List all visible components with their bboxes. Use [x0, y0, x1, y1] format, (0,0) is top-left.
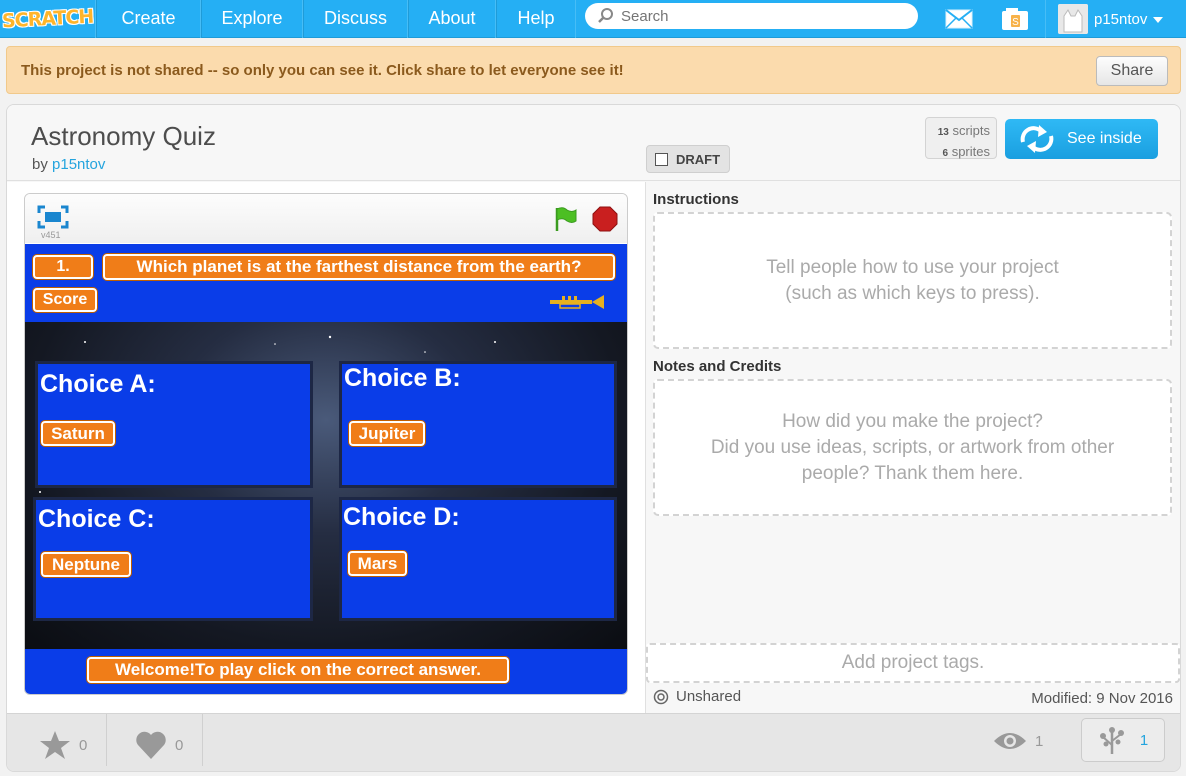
- stop-sign-icon[interactable]: [592, 206, 618, 232]
- search-box[interactable]: [585, 3, 918, 29]
- footer-divider: [202, 714, 203, 766]
- see-inside-label: See inside: [1067, 130, 1142, 147]
- green-flag-icon[interactable]: [552, 206, 578, 232]
- answer-jupiter[interactable]: Jupiter: [349, 421, 425, 446]
- score-label: Score: [33, 288, 97, 312]
- status-text: Unshared: [676, 688, 742, 705]
- favorites-count: 0: [79, 736, 88, 754]
- by-label: by: [32, 156, 48, 173]
- search-input[interactable]: [621, 7, 901, 25]
- project-header: Astronomy Quiz by p15ntov DRAFT 13 scrip…: [7, 105, 1180, 181]
- nav-help[interactable]: Help: [496, 0, 576, 38]
- views-count: 1: [1035, 732, 1044, 750]
- player-controls: v451: [25, 194, 627, 243]
- remix-arrows-icon: [1020, 125, 1054, 153]
- project-stage[interactable]: 1. Which planet is at the farthest dista…: [25, 244, 627, 694]
- chevron-down-icon: [1153, 17, 1164, 23]
- scratch-logo[interactable]: SCRATCH: [0, 0, 96, 38]
- sprites-count: 6: [942, 148, 949, 159]
- welcome-message: Welcome!To play click on the correct ans…: [87, 657, 509, 683]
- draft-toggle[interactable]: DRAFT: [646, 145, 730, 173]
- tags-field[interactable]: Add project tags.: [646, 643, 1180, 683]
- nav-about[interactable]: About: [408, 0, 496, 38]
- answer-saturn[interactable]: Saturn: [41, 421, 115, 446]
- tree-icon: [1099, 727, 1124, 754]
- avatar: [1058, 4, 1088, 34]
- choice-b-label: Choice B:: [344, 364, 461, 392]
- choice-d-label: Choice D:: [343, 503, 460, 531]
- share-button[interactable]: Share: [1096, 56, 1168, 86]
- not-shared-banner: This project is not shared -- so only yo…: [6, 46, 1181, 94]
- unshared-icon: [653, 689, 669, 704]
- stats-footer: 0 0 1 1: [7, 713, 1180, 771]
- instructions-placeholder-line2: (such as which keys to press).: [785, 282, 1040, 304]
- draft-label: DRAFT: [676, 151, 721, 167]
- see-inside-button[interactable]: See inside: [1005, 119, 1158, 159]
- instructions-placeholder-line1: Tell people how to use your project: [766, 256, 1059, 278]
- messages-button[interactable]: [932, 0, 986, 38]
- banner-message: This project is not shared -- so only yo…: [21, 61, 624, 79]
- nav-discuss[interactable]: Discuss: [303, 0, 408, 38]
- question-number: 1.: [33, 255, 93, 279]
- version-label: v451: [41, 230, 61, 240]
- details-column: Instructions Tell people how to use your…: [645, 182, 1180, 713]
- answer-neptune[interactable]: Neptune: [41, 552, 131, 577]
- footer-divider: [106, 714, 107, 766]
- instructions-field[interactable]: Tell people how to use your project (suc…: [653, 212, 1172, 349]
- player-column: v451 1. Which planet is at the farthest …: [7, 182, 645, 713]
- trumpet-icon: [550, 295, 604, 309]
- heart-icon: [136, 731, 166, 759]
- top-navbar: SCRATCH Create Explore Discuss About Hel…: [0, 0, 1186, 38]
- notes-placeholder-line1: How did you make the project?: [782, 410, 1043, 432]
- svg-text:S: S: [1012, 17, 1019, 28]
- eye-icon: [994, 733, 1026, 749]
- notes-placeholder-line2: Did you use ideas, scripts, or artwork f…: [710, 436, 1115, 458]
- fullscreen-icon[interactable]: [37, 205, 69, 229]
- sprites-label: sprites: [951, 144, 990, 159]
- star-icon: [40, 731, 70, 759]
- choice-c-label: Choice C:: [38, 505, 155, 533]
- nav-create[interactable]: Create: [96, 0, 201, 38]
- project-stats: 13 scripts 6 sprites: [925, 117, 997, 159]
- username: p15ntov: [1094, 10, 1148, 28]
- scripts-count: 13: [937, 127, 949, 138]
- mystuff-button[interactable]: S: [988, 0, 1042, 38]
- nav-explore[interactable]: Explore: [201, 0, 303, 38]
- choice-a-label: Choice A:: [40, 370, 156, 398]
- user-menu[interactable]: p15ntov: [1045, 0, 1186, 38]
- project-card: Astronomy Quiz by p15ntov DRAFT 13 scrip…: [6, 104, 1181, 772]
- notes-placeholder-line3: people? Thank them here.: [801, 462, 1024, 484]
- loves-count: 0: [175, 736, 184, 754]
- project-player: v451 1. Which planet is at the farthest …: [24, 193, 628, 695]
- project-title[interactable]: Astronomy Quiz: [31, 121, 216, 152]
- share-status: Unshared: [653, 688, 741, 705]
- notes-field[interactable]: How did you make the project? Did you us…: [653, 379, 1172, 516]
- question-text: Which planet is at the farthest distance…: [103, 254, 615, 280]
- envelope-icon: [945, 9, 973, 29]
- author-link[interactable]: p15ntov: [52, 156, 105, 173]
- answer-mars[interactable]: Mars: [348, 551, 407, 576]
- love-button[interactable]: 0: [135, 730, 183, 760]
- views-stat: 1: [993, 730, 1043, 752]
- instructions-title: Instructions: [653, 191, 739, 208]
- logo-text: SCRATCH: [1, 5, 94, 32]
- draft-checkbox[interactable]: [655, 152, 668, 166]
- notes-title: Notes and Credits: [653, 358, 782, 375]
- modified-date: Modified: 9 Nov 2016: [1031, 690, 1173, 707]
- search-icon: [598, 8, 613, 23]
- remixes-count: 1: [1139, 731, 1149, 749]
- folder-icon: S: [1002, 8, 1028, 30]
- byline: by p15ntov: [32, 156, 105, 173]
- remix-tree-button[interactable]: 1: [1081, 718, 1165, 762]
- scripts-label: scripts: [952, 123, 990, 138]
- favorite-button[interactable]: 0: [39, 730, 87, 760]
